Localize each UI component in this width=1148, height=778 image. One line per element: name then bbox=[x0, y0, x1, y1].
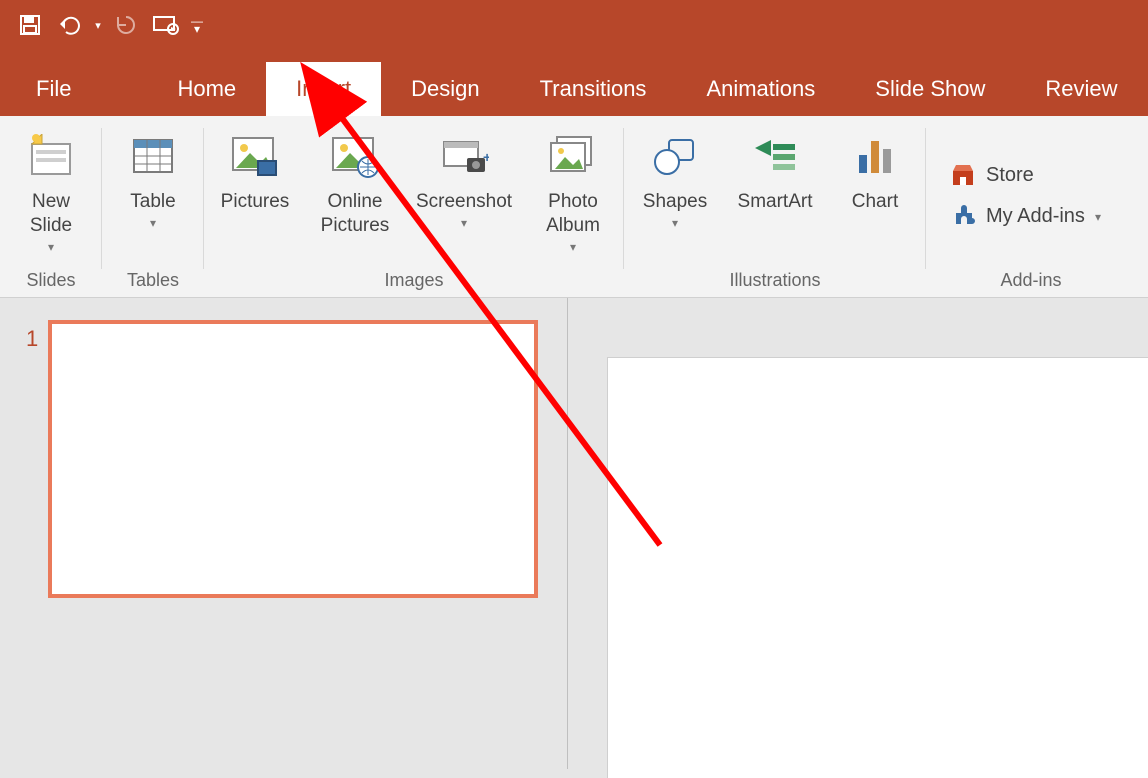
tab-slide-show[interactable]: Slide Show bbox=[845, 62, 1015, 116]
shapes-button[interactable]: Shapes ▾ bbox=[634, 124, 716, 230]
group-tables: Table ▾ Tables bbox=[102, 116, 204, 297]
chevron-down-icon: ▾ bbox=[150, 216, 156, 230]
group-illustrations: Shapes ▾ SmartArt Chart Illustrations bbox=[624, 116, 926, 297]
slide-number: 1 bbox=[26, 326, 38, 352]
tab-review[interactable]: Review bbox=[1015, 62, 1147, 116]
tab-animations[interactable]: Animations bbox=[676, 62, 845, 116]
smartart-button[interactable]: SmartArt bbox=[734, 124, 816, 214]
slide-thumbnails-pane[interactable]: 1 bbox=[0, 298, 568, 769]
tab-insert[interactable]: Insert bbox=[266, 62, 381, 116]
slideshow-icon bbox=[152, 14, 180, 36]
store-label: Store bbox=[986, 164, 1034, 187]
online-pictures-label: Online Pictures bbox=[321, 190, 390, 238]
screenshot-button[interactable]: + Screenshot ▾ bbox=[414, 124, 514, 230]
chevron-down-icon: ▾ bbox=[1095, 210, 1101, 224]
my-addins-button[interactable]: My Add-ins ▾ bbox=[944, 199, 1118, 233]
table-button[interactable]: Table ▾ bbox=[112, 124, 194, 230]
redo-icon bbox=[114, 13, 138, 37]
redo-button[interactable] bbox=[106, 5, 146, 45]
online-pictures-button[interactable]: Online Pictures bbox=[314, 124, 396, 238]
group-images: Pictures Online Pictures + Screenshot ▾ bbox=[204, 116, 624, 297]
group-label-slides: Slides bbox=[10, 268, 92, 293]
photo-album-button[interactable]: Photo Album ▾ bbox=[532, 124, 614, 254]
quick-access-toolbar: ▾ —▾ bbox=[0, 0, 1148, 50]
smartart-label: SmartArt bbox=[738, 190, 813, 214]
group-label-images: Images bbox=[214, 268, 614, 293]
new-slide-button[interactable]: New Slide ▾ bbox=[10, 124, 92, 254]
screenshot-label: Screenshot bbox=[416, 190, 512, 214]
undo-button[interactable] bbox=[50, 5, 90, 45]
group-addins: Store My Add-ins ▾ Add-ins bbox=[926, 116, 1136, 297]
smartart-icon bbox=[751, 136, 799, 176]
tab-transitions[interactable]: Transitions bbox=[510, 62, 677, 116]
undo-icon bbox=[57, 14, 83, 36]
undo-dropdown[interactable]: ▾ bbox=[90, 5, 106, 45]
table-label: Table bbox=[130, 190, 175, 214]
group-slides: New Slide ▾ Slides bbox=[0, 116, 102, 297]
new-slide-icon bbox=[28, 134, 74, 178]
addin-icon bbox=[950, 203, 976, 229]
chevron-down-icon: ▾ bbox=[95, 19, 101, 32]
chevron-down-icon: ▾ bbox=[48, 240, 54, 254]
workspace: 1 bbox=[0, 298, 1148, 769]
group-label-tables: Tables bbox=[112, 268, 194, 293]
slide-thumbnail-1[interactable] bbox=[48, 320, 538, 598]
tab-design[interactable]: Design bbox=[381, 62, 509, 116]
chevron-down-icon: ▾ bbox=[570, 240, 576, 254]
chart-label: Chart bbox=[852, 190, 898, 214]
pictures-button[interactable]: Pictures bbox=[214, 124, 296, 214]
start-from-beginning-button[interactable] bbox=[146, 5, 186, 45]
shapes-icon bbox=[651, 134, 699, 178]
customize-qat-button[interactable]: —▾ bbox=[186, 5, 208, 45]
chart-icon bbox=[853, 135, 897, 177]
ribbon: New Slide ▾ Slides Table ▾ Tables bbox=[0, 116, 1148, 298]
store-button[interactable]: Store bbox=[944, 159, 1118, 191]
new-slide-label: New Slide bbox=[30, 190, 72, 238]
slide-canvas[interactable] bbox=[608, 358, 1148, 778]
slide-canvas-pane bbox=[568, 298, 1148, 769]
save-icon bbox=[18, 13, 42, 37]
chart-button[interactable]: Chart bbox=[834, 124, 916, 214]
photo-album-label: Photo Album bbox=[546, 190, 600, 238]
ribbon-tabs: File Home Insert Design Transitions Anim… bbox=[0, 50, 1148, 116]
photo-album-icon bbox=[547, 133, 599, 179]
table-icon bbox=[130, 134, 176, 178]
store-icon bbox=[950, 163, 976, 187]
overflow-icon: —▾ bbox=[191, 17, 203, 33]
chevron-down-icon: ▾ bbox=[461, 216, 467, 230]
shapes-label: Shapes bbox=[643, 190, 707, 214]
my-addins-label: My Add-ins bbox=[986, 205, 1085, 228]
tab-file[interactable]: File bbox=[0, 62, 107, 116]
save-button[interactable] bbox=[10, 5, 50, 45]
chevron-down-icon: ▾ bbox=[672, 216, 678, 230]
pictures-label: Pictures bbox=[221, 190, 290, 214]
pictures-icon bbox=[230, 133, 280, 179]
online-pictures-icon bbox=[330, 133, 380, 179]
screenshot-icon: + bbox=[439, 134, 489, 178]
tab-home[interactable]: Home bbox=[147, 62, 266, 116]
svg-text:+: + bbox=[483, 149, 489, 165]
group-label-addins: Add-ins bbox=[936, 268, 1126, 293]
group-label-illustrations: Illustrations bbox=[634, 268, 916, 293]
